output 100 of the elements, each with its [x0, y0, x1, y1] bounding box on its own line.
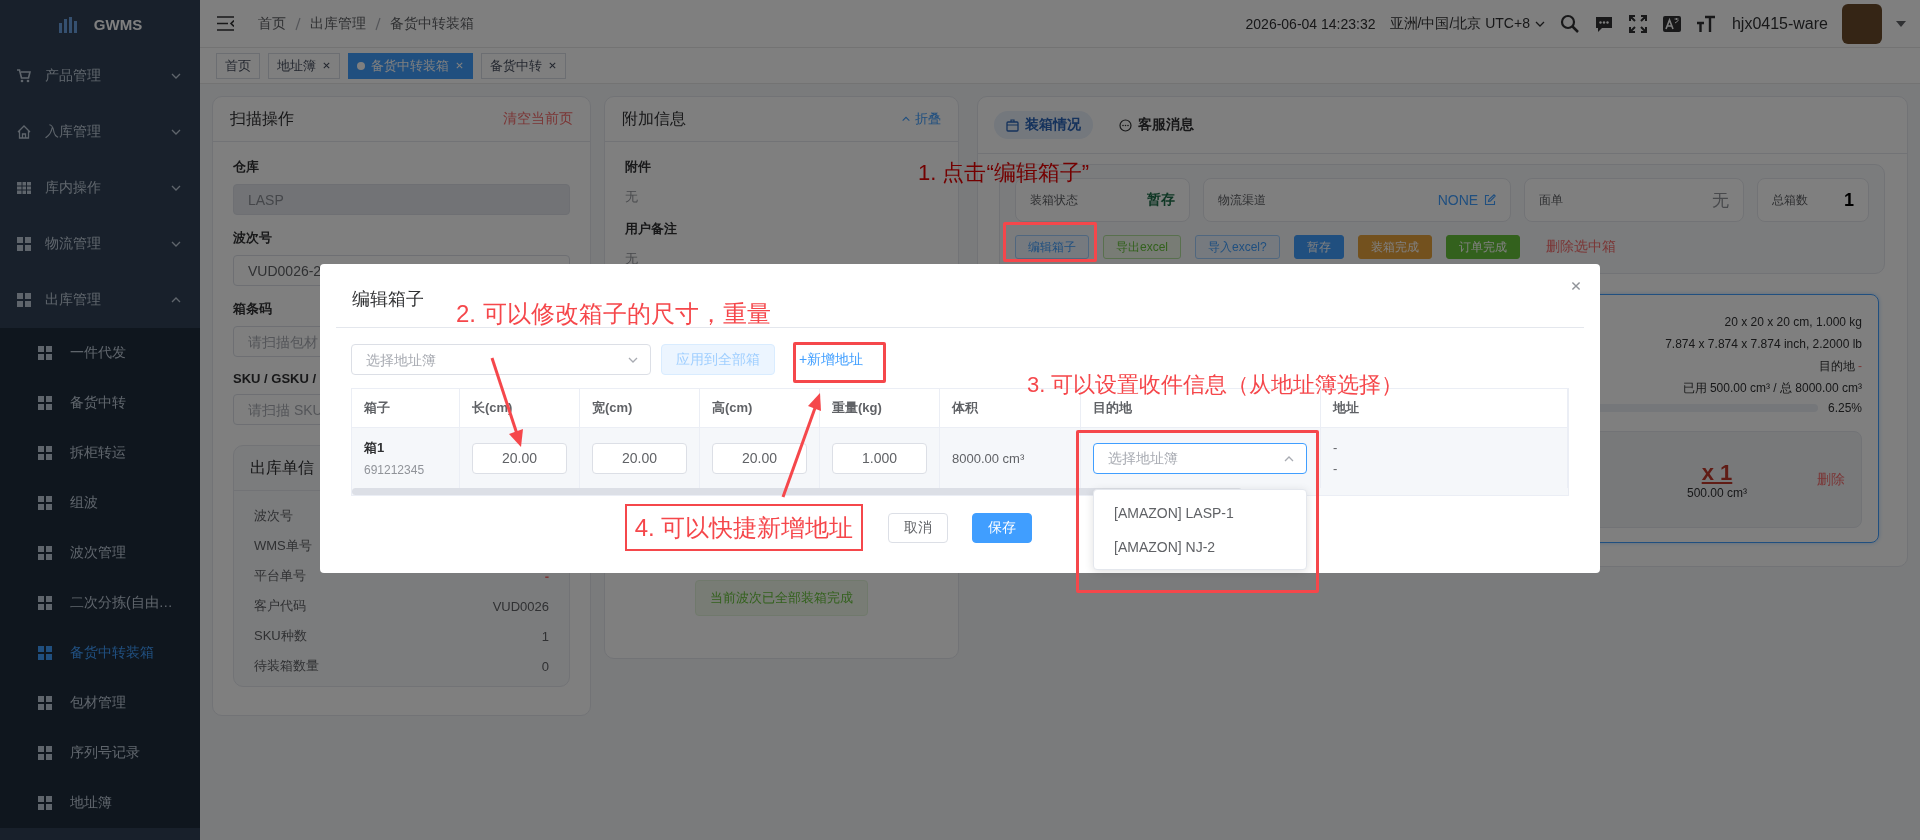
add-address-link[interactable]: +新增地址 [799, 350, 864, 369]
action-button[interactable]: 导入excel? [1195, 235, 1280, 259]
submenu-item[interactable]: 地址簿 [0, 778, 200, 828]
info-label: 待装箱数量 [254, 657, 319, 675]
box-code: 691212345 [364, 463, 425, 477]
submenu-item[interactable]: 组波 [0, 478, 200, 528]
home-icon [17, 125, 31, 139]
info-value: 1 [541, 628, 549, 644]
close-icon[interactable] [1570, 280, 1582, 292]
translate-icon[interactable] [1661, 13, 1682, 34]
breadcrumb-link[interactable]: 首页 [258, 14, 286, 33]
info-value: - [544, 568, 549, 584]
quantity: x 1 [1701, 459, 1733, 486]
length-input[interactable]: 20.00 [472, 442, 567, 474]
submenu-item[interactable]: 备货中转 [0, 378, 200, 428]
field-label: 波次号 [233, 229, 272, 247]
action-button[interactable]: 暂存 [1293, 235, 1344, 259]
field-label: 箱条码 [233, 300, 272, 318]
page-tab[interactable]: 备货中转 [481, 52, 566, 79]
progress-percent: 6.25% [1827, 401, 1862, 415]
submenu-item[interactable]: 一件代发 [0, 328, 200, 378]
info-label: SKU种数 [254, 627, 307, 645]
box-name: 箱1 [364, 439, 385, 457]
panel-tab[interactable]: 装箱情况 [994, 111, 1093, 139]
submenu-item[interactable]: 序列号记录 [0, 728, 200, 778]
action-button[interactable]: 订单完成 [1445, 235, 1520, 259]
grid-icon [38, 546, 52, 560]
box-icon [1006, 118, 1019, 132]
fullscreen-icon[interactable] [1627, 13, 1648, 34]
destination-value: - [1858, 359, 1862, 373]
width-input[interactable]: 20.00 [592, 442, 687, 474]
status-tag: 当前波次已全部装箱完成 [695, 580, 868, 616]
info-label: 客户代码 [254, 597, 306, 615]
submenu-item[interactable]: 包材管理 [0, 678, 200, 728]
font-size-icon[interactable] [1695, 13, 1716, 34]
volume-value: 8000.00 cm³ [952, 450, 1025, 466]
clear-page-link[interactable]: 清空当前页 [503, 110, 573, 128]
stat-label: 装箱状态 [1030, 191, 1078, 209]
dropdown-option[interactable]: [AMAZON] LASP-1 [1094, 496, 1306, 530]
action-button[interactable]: 编辑箱子 [1015, 235, 1089, 259]
page-tab[interactable]: 备货中转装箱 [348, 52, 473, 79]
panel-tab[interactable]: 客服消息 [1107, 111, 1206, 139]
breadcrumb-link[interactable]: 备货中转装箱 [390, 14, 474, 33]
page-tab[interactable]: 首页 [216, 52, 260, 79]
close-icon[interactable] [322, 61, 331, 70]
edit-icon[interactable] [1484, 194, 1497, 206]
grid-icon [38, 396, 52, 410]
destination-select[interactable]: 选择地址簿 [1093, 442, 1307, 474]
breadcrumb-link[interactable]: 出库管理 [310, 14, 366, 33]
chevron-up-icon [901, 114, 911, 124]
box-dimensions: 20 x 20 x 20 cm, 1.000 kg [1724, 314, 1862, 331]
close-icon[interactable] [548, 61, 557, 70]
grid-icon [17, 237, 31, 251]
caret-icon[interactable] [1896, 20, 1906, 27]
grid-icon [38, 496, 52, 510]
address-select[interactable]: 选择地址簿 [351, 344, 651, 375]
submenu-item[interactable]: 波次管理 [0, 528, 200, 578]
channel-link[interactable]: NONE [1437, 192, 1479, 208]
table-icon [17, 181, 31, 195]
field-label: SKU / GSKU / [233, 371, 317, 386]
submenu-item[interactable]: 备货中转装箱 [0, 628, 200, 678]
dropdown-option[interactable]: [AMAZON] NJ-2 [1094, 530, 1306, 564]
chat-icon [1119, 118, 1132, 132]
action-button[interactable]: 导出excel [1103, 235, 1181, 259]
timezone-select[interactable]: 亚洲/中国/北京 UTC+8 [1389, 14, 1546, 33]
grid-icon [38, 796, 52, 810]
stat-label: 面单 [1539, 191, 1564, 209]
info-label: 平台单号 [254, 567, 306, 585]
search-icon[interactable] [1559, 13, 1580, 34]
volume-usage: 已用 500.00 cm³ / 总 8000.00 cm³ [1682, 380, 1862, 397]
action-button[interactable]: 装箱完成 [1357, 235, 1432, 259]
menu-item[interactable]: 入库管理 [0, 104, 200, 160]
stat-label: 物流渠道 [1218, 191, 1267, 209]
info-value: VUD0026 [492, 598, 549, 614]
annotation-text: 2. 可以修改箱子的尺寸，重量 [456, 300, 771, 328]
address-value: - [1333, 461, 1338, 476]
submenu-item[interactable]: 拆柜转运 [0, 428, 200, 478]
dot-icon [357, 61, 365, 70]
menu-item[interactable]: 库内操作 [0, 160, 200, 216]
photo-placeholder[interactable] [1842, 3, 1882, 44]
weight-input[interactable]: 1.000 [832, 442, 927, 474]
save-button[interactable]: 保存 [972, 513, 1032, 543]
delete-link[interactable]: 删除 [1817, 470, 1845, 489]
field-label: 用户备注 [625, 220, 677, 238]
user-name[interactable]: hjx0415-ware [1731, 14, 1828, 33]
grid-icon [17, 293, 31, 307]
field-label: 附件 [625, 158, 651, 176]
grid-icon [38, 596, 52, 610]
page-tab[interactable]: 地址簿 [268, 52, 340, 79]
card-title: 扫描操作 [230, 108, 294, 129]
item-volume: 500.00 cm³ [1686, 485, 1747, 500]
menu-icon[interactable] [217, 16, 234, 31]
menu-item[interactable]: 物流管理 [0, 216, 200, 272]
height-input[interactable]: 20.00 [712, 442, 807, 474]
collapse-link[interactable]: 折叠 [901, 110, 941, 128]
cancel-button[interactable]: 取消 [888, 513, 948, 543]
action-button[interactable]: 删除选中箱 [1533, 235, 1628, 259]
menu-item[interactable]: 出库管理 [0, 272, 200, 328]
info-value: 0 [541, 658, 549, 674]
menu-item[interactable]: 产品管理 [0, 48, 200, 104]
